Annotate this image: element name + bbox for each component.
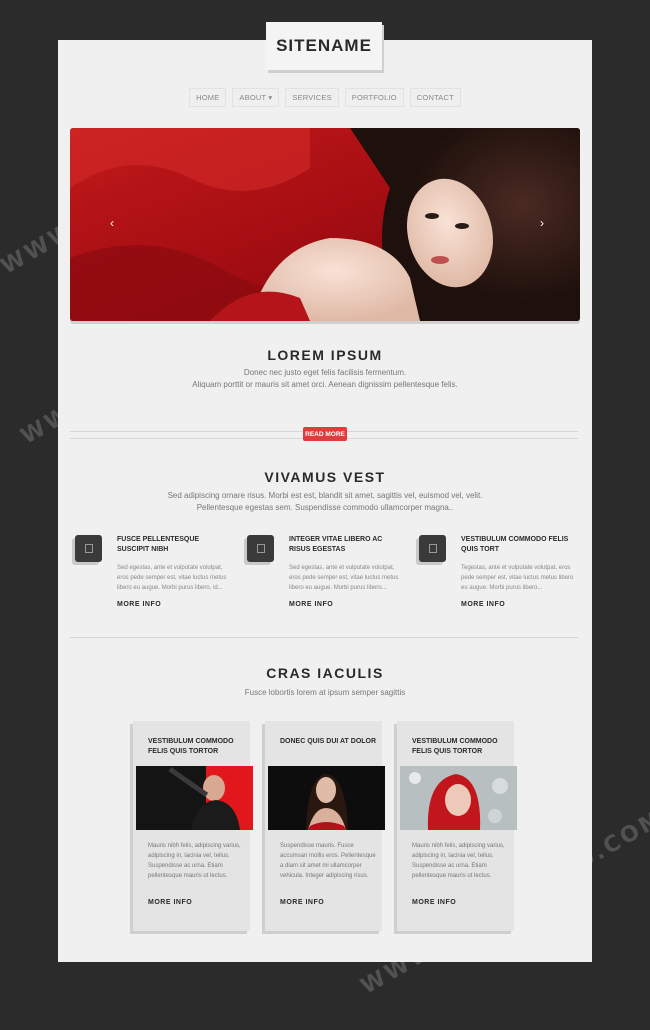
card-title: VESTIBULUM COMMODO FELIS QUIS TORTOR xyxy=(148,738,234,755)
card-text: Suspendisse mauris. Fusce accumsan molli… xyxy=(280,843,376,879)
card-image[interactable] xyxy=(268,766,385,830)
more-info-link[interactable]: MORE INFO xyxy=(117,601,161,608)
nav-home[interactable]: HOME xyxy=(189,88,227,107)
card-title: VESTIBULUM COMMODO FELIS QUIS TORTOR xyxy=(412,738,498,755)
feature-title: FUSCE PELLENTESQUE SUSCIPIT NIBH xyxy=(117,536,200,553)
vivamus-text-1: Sed adipiscing ornare risus. Morbi est e… xyxy=(167,491,483,500)
card-text: Mauris nibh felis, adipiscing varius, ad… xyxy=(412,843,505,879)
card-title: DONEC QUIS DUI AT DOLOR xyxy=(280,738,377,745)
intro-title: LOREM IPSUM xyxy=(267,347,383,363)
nav-services[interactable]: SERVICES xyxy=(285,88,339,107)
feature-icon xyxy=(419,535,446,562)
slider-next-icon[interactable]: › xyxy=(540,216,544,230)
slider-prev-icon[interactable]: ‹ xyxy=(110,216,114,230)
portfolio-card: VESTIBULUM COMMODO FELIS QUIS TORTOR Mau… xyxy=(397,721,517,931)
site-name: SITENAME xyxy=(276,36,372,55)
feature-icon xyxy=(75,535,102,562)
more-info-link[interactable]: MORE INFO xyxy=(280,899,324,906)
portfolio-card: VESTIBULUM COMMODO FELIS QUIS TORTOR Mau… xyxy=(133,721,253,931)
cras-title: CRAS IACULIS xyxy=(266,665,384,681)
feature-text: Tegestas, ante et vulputate volutpat, er… xyxy=(461,565,574,591)
page: SITENAME HOME ABOUT ▾ SERVICES PORTFOLIO… xyxy=(58,22,592,962)
main-nav: HOME ABOUT ▾ SERVICES PORTFOLIO CONTACT xyxy=(58,88,592,107)
intro-text-2: Aliquam porttit or mauris sit amet orci.… xyxy=(192,380,458,389)
hero-image xyxy=(70,128,580,321)
intro-text-1: Donec nec justo eget felis facilisis fer… xyxy=(243,368,407,377)
more-info-link[interactable]: MORE INFO xyxy=(461,601,505,608)
card-text: Mauris nibh felis, adipiscing varius, ad… xyxy=(148,843,241,879)
nav-contact[interactable]: CONTACT xyxy=(409,88,461,107)
divider xyxy=(70,637,578,638)
card-image[interactable] xyxy=(136,766,253,830)
feature-icon xyxy=(247,535,274,562)
feature-text: Sed egestas, ante et vulputate volutpat,… xyxy=(289,565,399,591)
logo[interactable]: SITENAME xyxy=(266,22,382,70)
vivamus-title: VIVAMUS VEST xyxy=(264,469,386,485)
feature-text: Sed egestas, ante et vulputate volutpat,… xyxy=(117,565,227,591)
card-image[interactable] xyxy=(400,766,517,830)
hero-slider[interactable]: ‹ › xyxy=(70,128,580,321)
read-more-button[interactable]: READ MORE xyxy=(303,427,347,441)
cras-subtitle: Fusce lobortis lorem at ipsum semper sag… xyxy=(244,688,406,697)
feature-title: VESTIBULUM COMMODO FELIS QUIS TORT xyxy=(461,536,569,553)
feature-title: INTEGER VITAE LIBERO AC RISUS EGESTAS xyxy=(289,536,383,553)
more-info-link[interactable]: MORE INFO xyxy=(148,899,192,906)
nav-portfolio[interactable]: PORTFOLIO xyxy=(344,88,404,107)
vivamus-text-2: Pellentesque egestas sem. Suspendisse co… xyxy=(196,503,454,512)
portfolio-card: DONEC QUIS DUI AT DOLOR Suspendisse maur… xyxy=(265,721,385,931)
nav-about[interactable]: ABOUT ▾ xyxy=(232,88,280,107)
more-info-link[interactable]: MORE INFO xyxy=(412,899,456,906)
more-info-link[interactable]: MORE INFO xyxy=(289,601,333,608)
